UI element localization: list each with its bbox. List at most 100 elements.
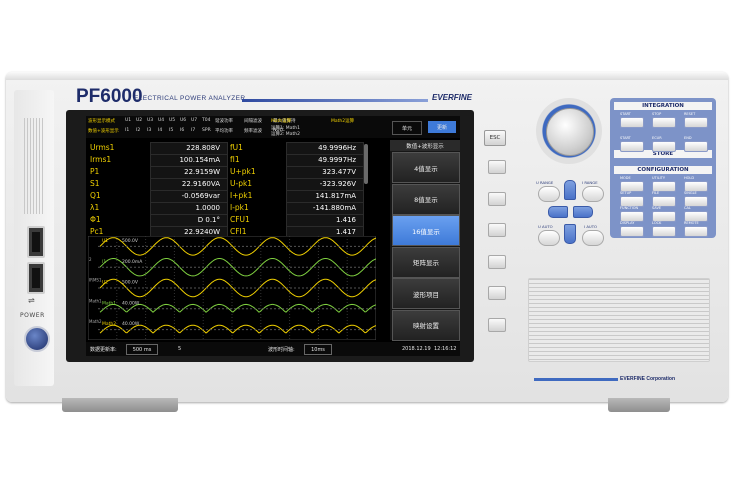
topbar-item[interactable]: I6 bbox=[180, 128, 184, 133]
rotary-knob[interactable] bbox=[546, 108, 594, 156]
u-range-button[interactable] bbox=[538, 186, 560, 202]
i-range-label: I RANGE bbox=[582, 180, 598, 185]
trace-scale: 200.0mA bbox=[122, 259, 143, 265]
measurement-value: 323.477V bbox=[322, 168, 356, 176]
topbar-item[interactable]: I1 bbox=[125, 128, 129, 133]
topbar-item[interactable]: U5 bbox=[169, 118, 175, 123]
panel-key[interactable] bbox=[620, 141, 644, 152]
nav-up-button[interactable] bbox=[564, 180, 576, 200]
trace-side-tag: Math1 bbox=[89, 298, 102, 303]
panel-key-label: HOLD bbox=[684, 176, 695, 180]
topbar-item[interactable]: I3 bbox=[147, 128, 151, 133]
esc-button[interactable]: ESC bbox=[484, 130, 506, 146]
u-range-label: U RANGE bbox=[536, 180, 554, 185]
panel-key-label: END bbox=[684, 136, 692, 140]
u-auto-button[interactable] bbox=[538, 230, 560, 246]
panel-key-label: REMOTE bbox=[684, 221, 699, 225]
measurement-value: 141.817mA bbox=[315, 192, 356, 200]
header-stripe bbox=[242, 99, 428, 102]
measurement-label: Irms1 bbox=[90, 155, 112, 164]
panel-key-label: DISPLAY bbox=[620, 221, 635, 225]
topbar-item[interactable]: U6 bbox=[180, 118, 186, 123]
panel-key[interactable] bbox=[684, 141, 708, 152]
panel-key[interactable] bbox=[652, 117, 676, 128]
time-axis-value[interactable]: 10ms bbox=[304, 344, 332, 355]
panel-key-label: FUNCTION bbox=[620, 206, 639, 210]
panel-key[interactable] bbox=[620, 117, 644, 128]
waveform-display: U1 500.0V I1 200.0mA U2 500.0V Math1 40.00W Math… bbox=[88, 236, 376, 340]
topbar-item[interactable]: I7 bbox=[191, 128, 195, 133]
section-title: CONFIGURATION bbox=[614, 166, 712, 174]
trace-tag: U1 bbox=[102, 238, 108, 244]
panel-key-label: SETUP bbox=[620, 191, 632, 195]
panel-key[interactable] bbox=[684, 226, 708, 237]
menu-item[interactable]: 8值显示 bbox=[392, 183, 460, 215]
status-date: 2018.12.19 bbox=[402, 346, 431, 352]
nav-left-button[interactable] bbox=[548, 206, 568, 218]
trace-scale: 500.0V bbox=[122, 238, 139, 244]
measurement-value: 1.417 bbox=[335, 228, 356, 236]
usb-port-2[interactable] bbox=[27, 262, 45, 294]
topbar-item[interactable]: 数值+波形显示 bbox=[88, 128, 119, 134]
soft-key-5[interactable] bbox=[488, 286, 506, 300]
soft-key-4[interactable] bbox=[488, 254, 506, 269]
power-button[interactable] bbox=[24, 326, 50, 352]
usb-icon: ⇌ bbox=[28, 296, 35, 305]
usb-port-1[interactable] bbox=[27, 226, 45, 258]
i-auto-button[interactable] bbox=[582, 230, 604, 246]
topbar-item[interactable]: U2 bbox=[136, 118, 142, 123]
topbar-item[interactable]: U3 bbox=[147, 118, 153, 123]
topbar-item[interactable]: U1 bbox=[125, 118, 131, 123]
topbar-item[interactable]: I2 bbox=[136, 128, 140, 133]
measurement-label: Q1 bbox=[90, 191, 101, 200]
soft-key-1[interactable] bbox=[488, 160, 506, 174]
measurement-value: -141.880mA bbox=[312, 204, 356, 212]
soft-key-3[interactable] bbox=[488, 223, 506, 237]
soft-key-6[interactable] bbox=[488, 317, 506, 332]
i-range-button[interactable] bbox=[582, 186, 604, 202]
u-auto-label: U AUTO bbox=[538, 224, 553, 229]
topbar-item[interactable]: 间隔滤波 bbox=[244, 118, 262, 124]
trace-tag: U2 bbox=[102, 280, 108, 286]
update-rate-value[interactable]: 500 ms bbox=[126, 344, 158, 355]
measurement-label: CFI1 bbox=[230, 227, 247, 236]
update-count: 5 bbox=[178, 346, 182, 352]
topbar-item[interactable]: T04 bbox=[202, 118, 210, 123]
menu-item[interactable]: 映射设置 bbox=[392, 309, 460, 341]
panel-key-label: CAL bbox=[684, 206, 691, 210]
panel-key-label: ECUR bbox=[652, 136, 662, 140]
measurement-value: 1.0000 bbox=[195, 204, 221, 212]
measurement-value: D 0.1° bbox=[197, 216, 220, 224]
topbar-item[interactable]: SPR bbox=[202, 128, 211, 133]
panel-key[interactable] bbox=[652, 226, 676, 237]
measurement-value: 22.9159W bbox=[184, 168, 220, 176]
panel-key[interactable] bbox=[652, 141, 676, 152]
topbar-item[interactable]: 谐波功率 bbox=[215, 118, 233, 124]
topbar-item[interactable]: I5 bbox=[169, 128, 173, 133]
topbar-item[interactable]: U4 bbox=[158, 118, 164, 123]
measurement-label: U+pk1 bbox=[230, 167, 256, 176]
soft-key-2[interactable] bbox=[488, 191, 506, 206]
panel-key-label: STOP bbox=[652, 112, 662, 116]
menu-item[interactable]: 4值显示 bbox=[392, 152, 460, 183]
topbar-item[interactable]: 波形显示模式 bbox=[88, 118, 115, 124]
topbar-item[interactable]: U7 bbox=[191, 118, 197, 123]
time-axis-label: 波形时间轴: bbox=[268, 347, 295, 353]
menu-item[interactable]: 矩阵显示 bbox=[392, 246, 460, 278]
topbar-item[interactable]: 频率滤波 bbox=[244, 128, 262, 134]
measurement-label: I+pk1 bbox=[230, 191, 253, 200]
section-title: INTEGRATION bbox=[614, 102, 712, 110]
panel-key[interactable] bbox=[620, 226, 644, 237]
measurement-scrollbar[interactable] bbox=[364, 144, 368, 184]
nav-down-button[interactable] bbox=[564, 224, 576, 244]
panel-key[interactable] bbox=[684, 117, 708, 128]
model-name: PF6000 bbox=[76, 86, 143, 107]
nav-right-button[interactable] bbox=[573, 206, 593, 218]
update-button[interactable]: 更新 bbox=[428, 121, 456, 133]
topbar-item[interactable]: 平均功率 bbox=[215, 128, 233, 134]
topbar-item[interactable]: I4 bbox=[158, 128, 162, 133]
menu-item[interactable]: 波形项目 bbox=[392, 278, 460, 309]
menu-item[interactable]: 16值显示 bbox=[392, 215, 460, 246]
single-unit-button[interactable]: 单元 bbox=[392, 121, 422, 135]
speaker-grille bbox=[528, 278, 710, 362]
